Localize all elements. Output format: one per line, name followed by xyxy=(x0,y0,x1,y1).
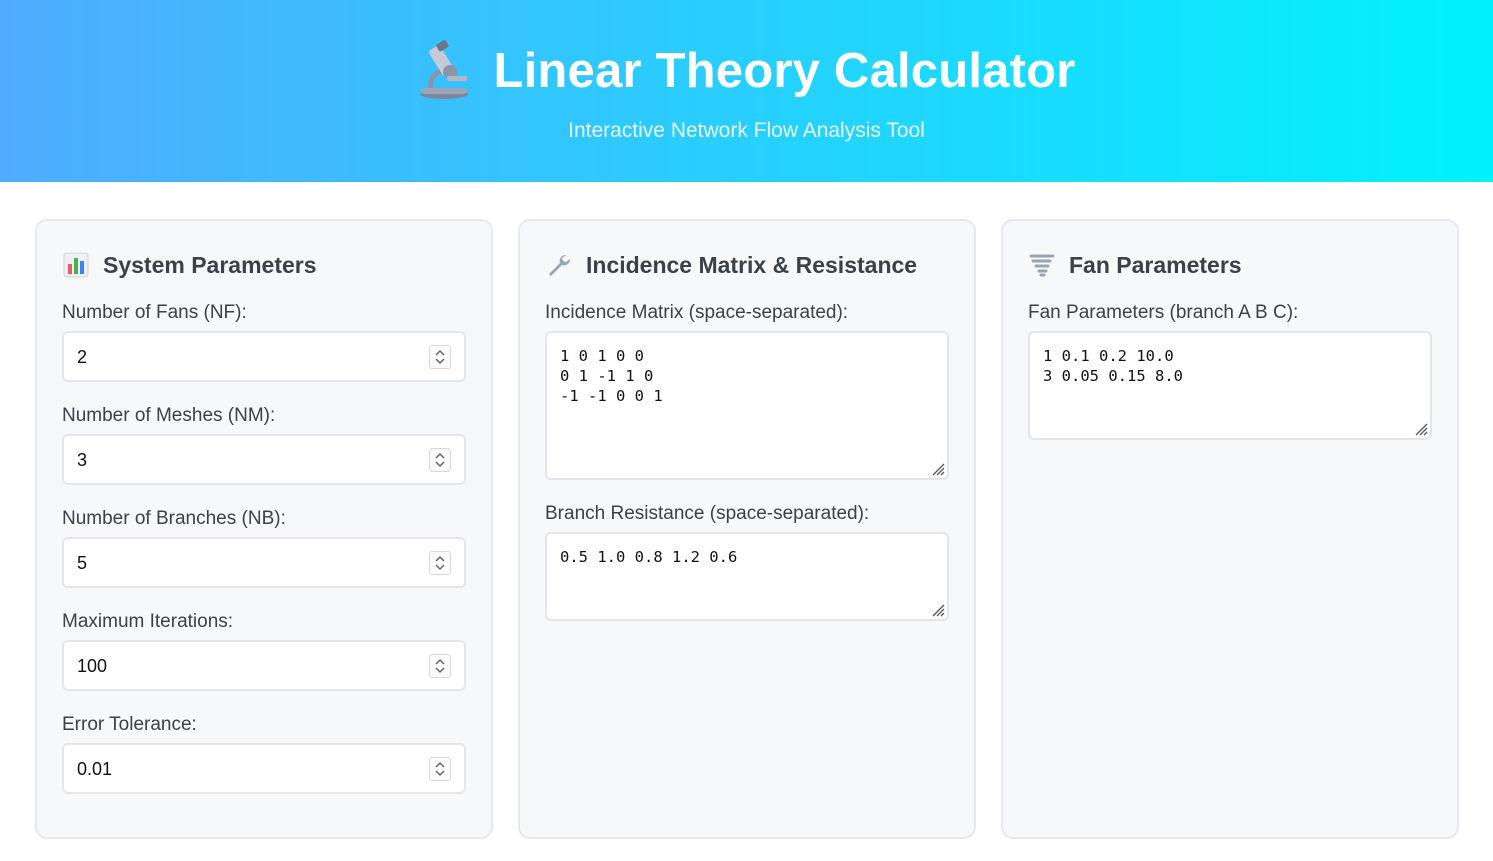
panel-title: Incidence Matrix & Resistance xyxy=(546,249,917,281)
fans-input[interactable]: 2 xyxy=(62,331,466,382)
fans-value: 2 xyxy=(77,347,88,367)
page-title: Linear Theory Calculator xyxy=(493,44,1076,98)
resize-grip-icon[interactable] xyxy=(929,601,945,617)
meshes-input[interactable]: 3 xyxy=(62,434,466,485)
meshes-value: 3 xyxy=(77,450,88,470)
max-iterations-input[interactable]: 100 xyxy=(62,640,466,691)
system-parameters-panel: System Parameters Number of Fans (NF): 2… xyxy=(35,219,493,839)
branches-value: 5 xyxy=(77,553,88,573)
wrench-icon xyxy=(549,254,571,276)
branches-input[interactable]: 5 xyxy=(62,537,466,588)
max-iterations-value: 100 xyxy=(77,656,108,676)
meshes-spinner[interactable] xyxy=(429,448,451,472)
fans-label: Number of Fans (NF): xyxy=(62,302,247,323)
panel-title-text: Incidence Matrix & Resistance xyxy=(586,251,918,278)
app-header: Linear Theory Calculator Interactive Net… xyxy=(0,0,1493,182)
error-tolerance-label: Error Tolerance: xyxy=(62,714,197,735)
branch-resistance-value: 0.5 1.0 0.8 1.2 0.6 xyxy=(560,548,738,566)
page-subtitle: Interactive Network Flow Analysis Tool xyxy=(568,119,925,142)
fan-params-label: Fan Parameters (branch A B C): xyxy=(1028,302,1299,323)
spinner-arrows-icon xyxy=(435,658,445,674)
spinner-arrows-icon xyxy=(435,452,445,468)
title-row: Linear Theory Calculator xyxy=(0,40,1493,102)
resize-grip-icon[interactable] xyxy=(929,460,945,476)
panel-title: Fan Parameters xyxy=(1029,249,1242,281)
fan-params-textarea[interactable]: 1 0.1 0.2 10.0 3 0.05 0.15 8.0 xyxy=(1028,331,1432,440)
spinner-arrows-icon xyxy=(435,349,445,365)
incidence-matrix-label: Incidence Matrix (space-separated): xyxy=(545,302,849,323)
error-tolerance-spinner[interactable] xyxy=(429,757,451,781)
panel-title: System Parameters xyxy=(63,249,317,281)
spinner-arrows-icon xyxy=(435,761,445,777)
fan-params-value: 1 0.1 0.2 10.0 3 0.05 0.15 8.0 xyxy=(1043,347,1183,385)
incidence-matrix-value: 1 0 1 0 0 0 1 -1 1 0 -1 -1 0 0 1 xyxy=(560,347,663,405)
branch-resistance-textarea[interactable]: 0.5 1.0 0.8 1.2 0.6 xyxy=(545,532,949,621)
panel-title-text: Fan Parameters xyxy=(1069,251,1242,278)
bar-chart-icon xyxy=(63,252,89,278)
microscope-icon xyxy=(420,40,469,99)
error-tolerance-input[interactable]: 0.01 xyxy=(62,743,466,794)
branches-spinner[interactable] xyxy=(429,551,451,575)
resize-grip-icon[interactable] xyxy=(1412,420,1428,436)
incidence-matrix-panel: Incidence Matrix & Resistance Incidence … xyxy=(518,219,976,839)
tornado-icon xyxy=(1029,254,1055,277)
meshes-label: Number of Meshes (NM): xyxy=(62,405,276,426)
max-iterations-label: Maximum Iterations: xyxy=(62,611,234,632)
incidence-matrix-textarea[interactable]: 1 0 1 0 0 0 1 -1 1 0 -1 -1 0 0 1 xyxy=(545,331,949,480)
branches-label: Number of Branches (NB): xyxy=(62,508,286,529)
fans-spinner[interactable] xyxy=(429,345,451,369)
fan-parameters-panel: Fan Parameters Fan Parameters (branch A … xyxy=(1001,219,1459,839)
spinner-arrows-icon xyxy=(435,555,445,571)
branch-resistance-label: Branch Resistance (space-separated): xyxy=(545,503,870,524)
panel-title-text: System Parameters xyxy=(103,251,317,278)
max-iterations-spinner[interactable] xyxy=(429,654,451,678)
error-tolerance-value: 0.01 xyxy=(77,759,113,779)
